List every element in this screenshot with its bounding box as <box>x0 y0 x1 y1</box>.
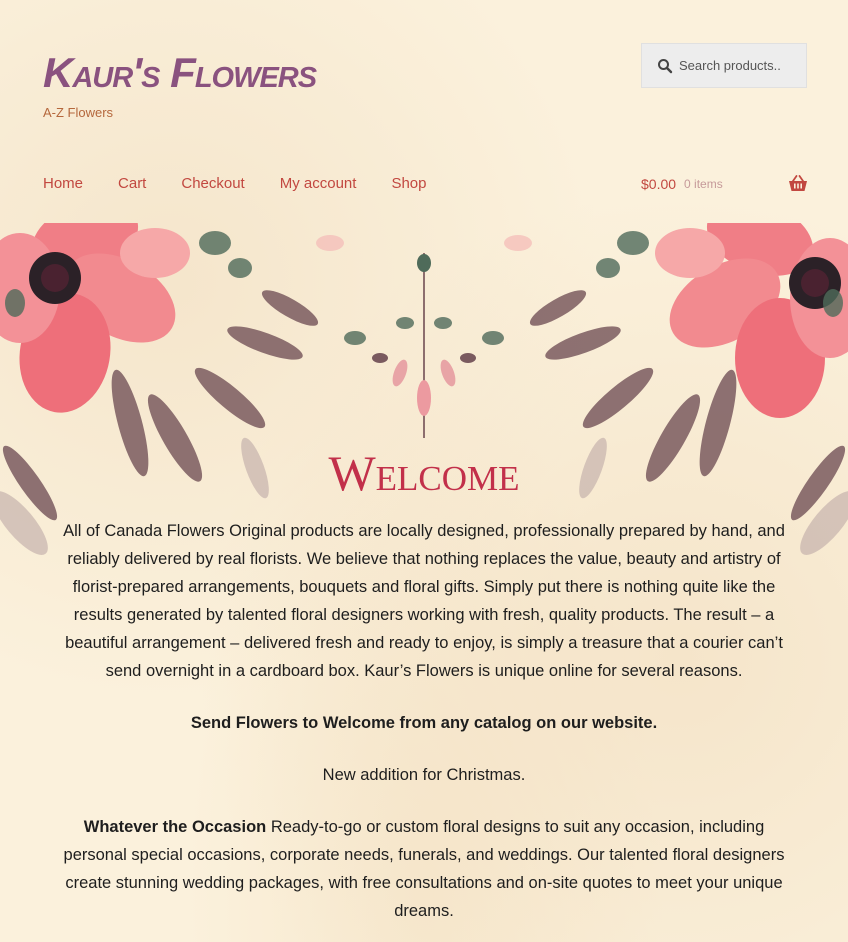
basket-icon[interactable] <box>788 175 808 193</box>
cart-item-count: 0 items <box>684 177 723 191</box>
search-input[interactable] <box>679 58 799 73</box>
nav-home[interactable]: Home <box>43 175 83 192</box>
pink-flower-right <box>655 223 848 418</box>
nav-cart[interactable]: Cart <box>118 175 146 192</box>
primary-nav: Home Cart Checkout My account Shop <box>43 175 461 192</box>
occasion-paragraph: Whatever the Occasion Ready-to-go or cus… <box>60 813 788 925</box>
search-icon <box>657 58 673 74</box>
nav-shop[interactable]: Shop <box>391 175 426 192</box>
intro-paragraph: All of Canada Flowers Original products … <box>63 522 785 680</box>
occasion-lead: Whatever the Occasion <box>83 818 267 836</box>
christmas-line: New addition for Christmas. <box>322 766 526 784</box>
site-tagline: A-Z Flowers <box>43 105 114 120</box>
page-heading: Welcome <box>328 445 520 501</box>
search-box[interactable] <box>641 43 807 88</box>
pink-flower-left <box>0 223 190 413</box>
site-header: Kaur's Flowers A-Z Flowers Home Cart Che… <box>0 0 848 223</box>
cart-summary[interactable]: $0.00 0 items <box>641 176 723 192</box>
site-title[interactable]: Kaur's Flowers <box>43 48 317 98</box>
nav-my-account[interactable]: My account <box>280 175 357 192</box>
send-flowers-line: Send Flowers to Welcome from any catalog… <box>190 714 658 732</box>
hero-section: Welcome All of Canada Flowers Original p… <box>0 223 848 942</box>
cart-amount: $0.00 <box>641 176 677 192</box>
nav-checkout[interactable]: Checkout <box>181 175 244 192</box>
main-content: Welcome All of Canada Flowers Original p… <box>60 443 788 942</box>
